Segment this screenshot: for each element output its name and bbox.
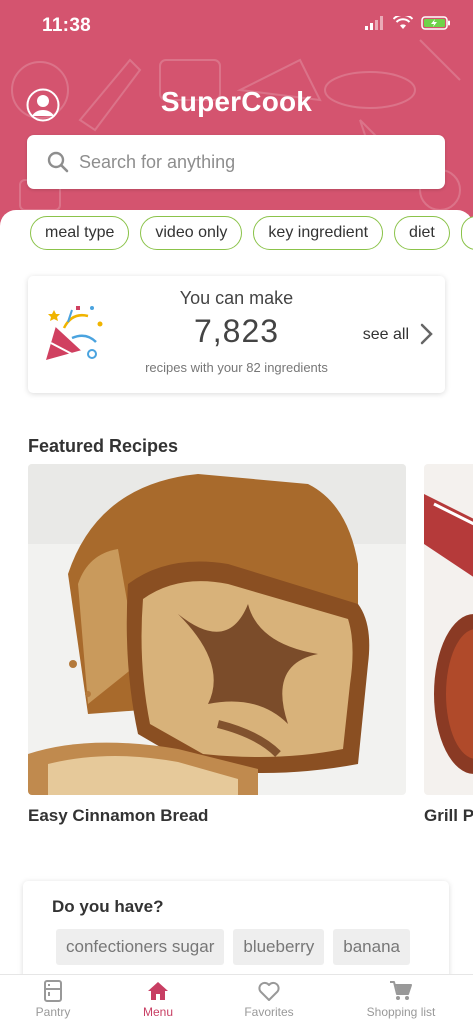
recipe-name-second[interactable]: Grill P xyxy=(424,806,473,826)
search-bar[interactable]: Search for anything xyxy=(27,135,445,189)
do-you-have-title: Do you have? xyxy=(52,897,164,916)
signal-icon xyxy=(365,16,383,30)
status-time: 11:38 xyxy=(42,15,92,36)
status-icons xyxy=(365,16,451,30)
tab-pantry-label: Pantry xyxy=(35,1005,71,1019)
tab-shopping-list-label: Shopping list xyxy=(366,1005,436,1019)
bottom-tab-bar: Pantry Menu Favorites Shopping list xyxy=(0,974,473,1025)
chevron-right-icon[interactable] xyxy=(419,322,435,346)
filter-chip-more[interactable] xyxy=(460,216,473,250)
filter-chip-meal-type[interactable]: meal type xyxy=(30,216,130,250)
tab-menu-label: Menu xyxy=(142,1005,174,1019)
recipe-image-cinnamon-bread[interactable] xyxy=(28,464,406,795)
featured-recipes-title: Featured Recipes xyxy=(28,436,179,456)
tab-menu[interactable]: Menu xyxy=(103,979,213,1019)
cinnamon-bread-photo xyxy=(28,464,406,795)
ingredient-chip-banana[interactable]: banana xyxy=(333,929,410,965)
make-title: You can make xyxy=(179,288,294,308)
search-placeholder: Search for anything xyxy=(79,151,236,172)
see-all-link[interactable]: see all xyxy=(363,326,409,344)
app-logo: SuperCook xyxy=(160,86,313,117)
grill-recipe-photo xyxy=(424,464,473,795)
pantry-icon xyxy=(44,980,62,1002)
filter-chip-key-ingredient[interactable]: key ingredient xyxy=(253,216,384,250)
heart-icon xyxy=(258,981,280,1001)
home-icon xyxy=(148,982,168,1000)
make-subtitle: recipes with your 82 ingredients xyxy=(145,360,328,375)
tab-pantry[interactable]: Pantry xyxy=(0,979,108,1019)
tab-shopping-list[interactable]: Shopping list xyxy=(346,979,456,1019)
cart-icon xyxy=(390,981,412,1000)
ingredient-chip-blueberry[interactable]: blueberry xyxy=(233,929,325,965)
filter-chip-diet[interactable]: diet xyxy=(394,216,450,250)
battery-charging-icon xyxy=(421,16,450,30)
wifi-icon xyxy=(393,16,413,29)
suggested-ingredients: confectioners sugar blueberry banana xyxy=(56,929,410,965)
you-can-make-card[interactable]: You can make 7,823 recipes with your 82 … xyxy=(28,276,445,393)
app-header: 11:38 SuperCook Search for anything xyxy=(0,0,473,235)
filter-chips: meal type video only key ingredient diet xyxy=(30,216,473,250)
tab-favorites-label: Favorites xyxy=(244,1005,294,1019)
search-icon xyxy=(47,151,69,173)
tab-favorites[interactable]: Favorites xyxy=(214,979,324,1019)
status-bar: 11:38 xyxy=(0,0,473,50)
filter-chip-video-only[interactable]: video only xyxy=(140,216,243,250)
recipe-name-cinnamon-bread[interactable]: Easy Cinnamon Bread xyxy=(28,806,208,826)
recipe-image-second[interactable] xyxy=(424,464,473,795)
ingredient-chip-confectioners-sugar[interactable]: confectioners sugar xyxy=(56,929,225,965)
